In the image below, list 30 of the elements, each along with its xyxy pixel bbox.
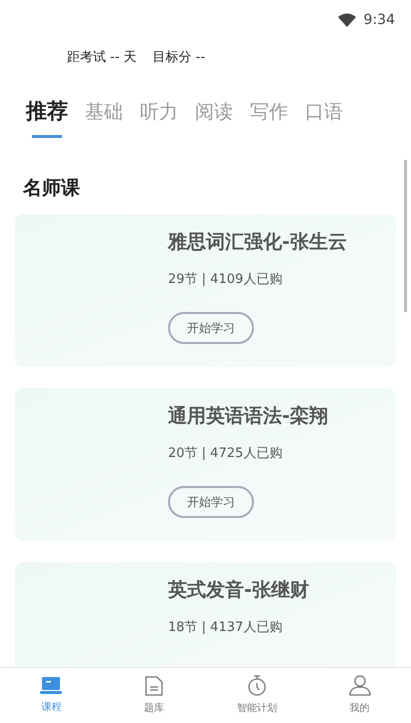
start-study-button[interactable]: 开始学习 [168, 312, 254, 344]
document-icon [145, 676, 164, 696]
course-card[interactable]: 通用英语语法-栾翔 20节 | 4725人已购 开始学习 [15, 388, 396, 541]
person-icon [348, 675, 371, 696]
laptop-icon [40, 676, 62, 694]
course-title: 通用英语语法-栾翔 [168, 404, 329, 429]
status-time: 9:34 [364, 10, 395, 30]
course-title: 英式发音-张继财 [168, 578, 310, 603]
course-stats: 29节 | 4109人已购 [168, 271, 284, 289]
category-tab[interactable]: 听力 [140, 98, 178, 132]
target-score: 目标分 -- [152, 49, 206, 68]
wifi-icon [338, 13, 356, 27]
course-stats: 18节 | 4137人已购 [168, 619, 284, 637]
course-title: 雅思词汇强化-张生云 [168, 230, 348, 255]
start-study-button[interactable]: 开始学习 [168, 486, 254, 518]
category-tab[interactable]: 基础 [85, 98, 123, 132]
category-tab[interactable]: 口语 [305, 98, 343, 132]
nav-tab[interactable]: 我的 [308, 668, 411, 723]
section-title: 名师课 [22, 176, 81, 201]
exam-countdown: 距考试 -- 天 [67, 49, 137, 68]
nav-tab[interactable]: 题库 [102, 668, 206, 723]
nav-tab[interactable]: 智能计划 [206, 668, 308, 723]
category-tab[interactable]: 阅读 [195, 98, 233, 132]
course-card[interactable]: 英式发音-张继财 18节 | 4137人已购 [15, 562, 396, 667]
stopwatch-icon [246, 675, 267, 696]
category-tab[interactable]: 推荐 [26, 96, 68, 138]
course-stats: 20节 | 4725人已购 [168, 445, 284, 463]
category-tab[interactable]: 写作 [250, 98, 288, 132]
course-card[interactable]: 雅思词汇强化-张生云 29节 | 4109人已购 开始学习 [15, 214, 396, 367]
nav-tab[interactable]: 课程 [0, 668, 103, 723]
